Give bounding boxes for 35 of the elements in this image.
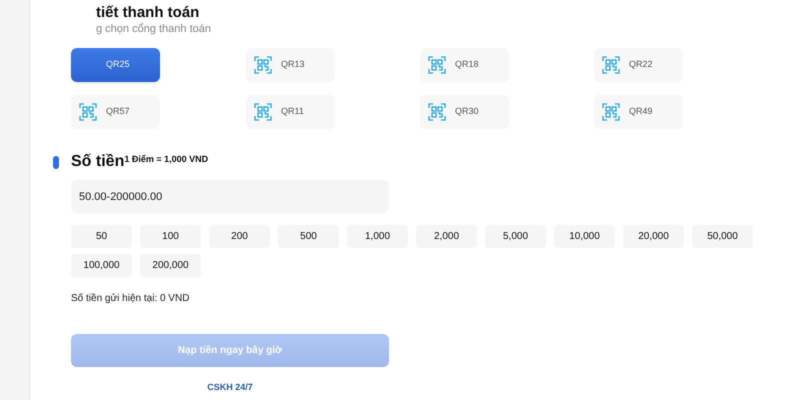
amount-preset-button[interactable]: 2,000 bbox=[416, 225, 477, 248]
payment-gateway-tab[interactable]: QR18 bbox=[420, 48, 509, 82]
payment-gateway-tab[interactable]: QR22 bbox=[594, 48, 683, 82]
qr-code-icon bbox=[428, 56, 446, 74]
qr-code-icon bbox=[254, 56, 272, 74]
payment-gateway-tab[interactable]: QR30 bbox=[420, 95, 509, 129]
payment-gateway-tab[interactable]: QR49 bbox=[594, 95, 683, 129]
amount-preset-button[interactable]: 200 bbox=[209, 225, 270, 248]
amount-preset-button[interactable]: 5,000 bbox=[485, 225, 546, 248]
exchange-rate: 1 Điểm = 1,000 VND bbox=[124, 153, 208, 166]
qr-code-icon bbox=[254, 103, 272, 121]
payment-gateway-tab[interactable]: QR11 bbox=[246, 95, 335, 129]
section-heading: Số tiền bbox=[71, 152, 124, 172]
amount-preset-button[interactable]: 500 bbox=[278, 225, 339, 248]
amount-preset-button[interactable]: 100,000 bbox=[71, 254, 132, 277]
current-deposit-text: Số tiền gửi hiện tại: 0 VND bbox=[71, 292, 190, 306]
amount-preset-button[interactable]: 50 bbox=[71, 225, 132, 248]
support-link[interactable]: CSKH 24/7 bbox=[207, 381, 253, 394]
amount-preset-button[interactable]: 20,000 bbox=[623, 225, 684, 248]
page-subtitle: g chọn cổng thanh toán bbox=[96, 22, 211, 36]
qr-code-icon bbox=[428, 103, 446, 121]
payment-gateway-tab[interactable]: QR25 bbox=[71, 48, 160, 82]
payment-gateway-tab[interactable]: QR13 bbox=[246, 48, 335, 82]
amount-preset-button[interactable]: 10,000 bbox=[554, 225, 615, 248]
qr-code-icon bbox=[602, 103, 620, 121]
amount-preset-button[interactable]: 100 bbox=[140, 225, 201, 248]
page-title: tiết thanh toán bbox=[96, 4, 200, 22]
amount-preset-button[interactable]: 1,000 bbox=[347, 225, 408, 248]
amount-preset-button[interactable]: 50,000 bbox=[692, 225, 753, 248]
qr-code-icon bbox=[602, 56, 620, 74]
payment-gateway-tab[interactable]: QR57 bbox=[71, 95, 160, 129]
amount-input[interactable]: 50.00-200000.00 bbox=[71, 180, 389, 213]
qr-code-icon bbox=[79, 103, 97, 121]
section-marker bbox=[53, 156, 59, 168]
amount-preset-button[interactable]: 200,000 bbox=[140, 254, 201, 277]
